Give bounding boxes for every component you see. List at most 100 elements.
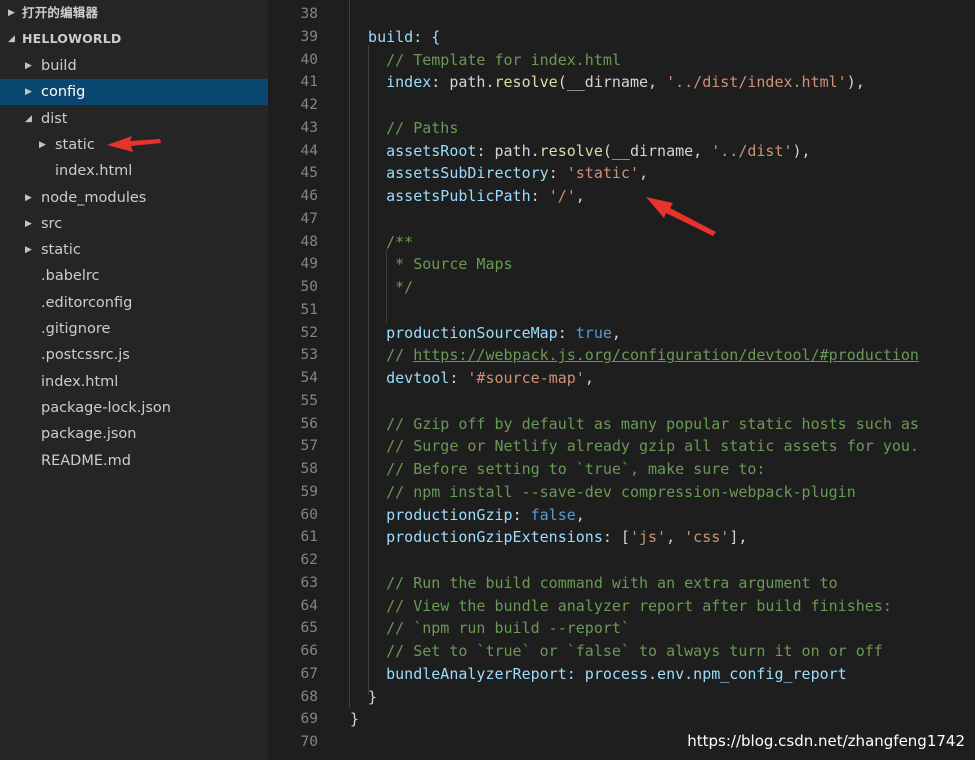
tree-folder[interactable]: ▶ config (0, 79, 268, 106)
code-token: (__dirname, (602, 141, 712, 160)
code-line[interactable]: // `npm run build --report` (350, 617, 630, 640)
code-token: '../dist' (711, 141, 793, 160)
code-line[interactable]: build: { (350, 26, 440, 49)
code-line[interactable]: // Gzip off by default as many popular s… (350, 413, 919, 436)
code-token: '#source-map' (467, 369, 585, 387)
code-token: : (557, 323, 576, 342)
tree-file[interactable]: index.html (0, 158, 268, 184)
code-line[interactable]: // Before setting to `true`, make sure t… (350, 458, 765, 481)
code-line[interactable]: * Source Maps (350, 253, 512, 276)
code-token: : process.env.npm_config_report (566, 664, 847, 683)
tree-file[interactable]: index.html (0, 369, 268, 395)
line-number: 47 (300, 210, 318, 227)
watermark-text: https://blog.csdn.net/zhangfeng1742 (687, 732, 965, 750)
tree-item-label: static (55, 136, 95, 153)
code-token: productionSourceMap (350, 323, 558, 342)
open-editors-section[interactable]: ▶ 打开的编辑器 (0, 0, 268, 26)
tree-item-label: .babelrc (41, 268, 100, 285)
chevron-right-icon: ▶ (25, 61, 32, 71)
code-token: // Gzip off by default as many popular s… (350, 414, 919, 433)
code-line[interactable]: assetsSubDirectory: 'static', (350, 162, 648, 185)
code-token: // (350, 346, 414, 365)
tree-item-label: index.html (55, 163, 133, 180)
code-line[interactable]: assetsRoot: path.resolve(__dirname, '../… (350, 140, 810, 163)
code-line[interactable]: productionGzip: false, (350, 504, 585, 527)
code-editor[interactable]: 38 39 40 41 42 43 44 45 46 47 48 49 50 51 52 53 54 55 56 57… (268, 0, 975, 760)
code-token: , (666, 528, 685, 547)
code-line[interactable]: /** (350, 231, 413, 254)
tree-folder[interactable]: ▶ src (0, 211, 268, 237)
code-token: productionGzipExtensions (350, 528, 603, 547)
line-number: 70 (300, 734, 318, 750)
code-token: , (584, 369, 594, 387)
code-line[interactable]: // Paths (350, 117, 458, 140)
code-token: // Paths (350, 118, 459, 137)
line-number: 58 (300, 461, 318, 477)
tree-folder[interactable]: ▶ static (0, 132, 268, 158)
tree-file[interactable]: .editorconfig (0, 290, 268, 316)
tree-item-label: package-lock.json (41, 399, 171, 416)
tree-file[interactable]: .gitignore (0, 316, 268, 342)
line-number: 63 (300, 574, 318, 591)
code-line[interactable]: devtool: '#source-map', (350, 367, 594, 390)
tree-folder[interactable]: ◢ dist (0, 106, 268, 132)
chevron-right-icon: ▶ (25, 218, 32, 229)
code-line[interactable]: // npm install --save-dev compression-we… (350, 481, 856, 504)
tree-folder[interactable]: ▶ build (0, 53, 268, 79)
code-line[interactable]: } (350, 686, 377, 709)
code-line[interactable]: assetsPublicPath: '/', (350, 185, 585, 208)
code-token: // Template for index.html (350, 50, 621, 69)
line-number: 54 (300, 370, 318, 386)
code-line[interactable]: // Set to `true` or `false` to always tu… (350, 640, 883, 663)
line-number: 55 (300, 392, 318, 409)
code-line[interactable]: productionSourceMap: true, (350, 322, 621, 345)
tree-folder[interactable]: ▶ node_modules (0, 185, 268, 211)
code-token: // Set to `true` or `false` to always tu… (350, 642, 883, 660)
code-line[interactable]: // Template for index.html (350, 49, 621, 72)
tree-item-label: index.html (41, 373, 119, 390)
line-number: 38 (300, 6, 318, 22)
tree-item-label: README.md (41, 452, 131, 469)
line-number: 52 (300, 324, 318, 341)
project-section[interactable]: ◢ HELLOWORLD (0, 26, 268, 52)
tree-item-label: build (41, 58, 77, 74)
code-token: 'js' (629, 528, 667, 547)
line-number: 64 (300, 597, 318, 614)
code-token: : [ (602, 528, 630, 547)
code-line[interactable]: // View the bundle analyzer report after… (350, 595, 892, 618)
line-number: 61 (300, 529, 318, 546)
code-token: : (548, 164, 567, 183)
tree-file[interactable]: .babelrc (0, 263, 268, 289)
tree-file[interactable]: README.md (0, 448, 268, 474)
code-line[interactable]: bundleAnalyzerReport: process.env.npm_co… (350, 663, 847, 686)
tree-file[interactable]: package.json (0, 421, 268, 447)
line-number: 69 (300, 711, 318, 728)
line-number: 60 (300, 506, 318, 523)
code-line[interactable]: index: path.resolve(__dirname, '../dist/… (350, 71, 865, 94)
code-token: '/' (548, 187, 576, 205)
code-line[interactable]: // https://webpack.js.org/configuration/… (350, 344, 919, 367)
code-token: // Before setting to `true`, make sure t… (350, 460, 766, 478)
code-token: : (512, 505, 531, 524)
code-token: productionGzip (350, 505, 513, 524)
tree-folder[interactable]: ▶ static (0, 237, 268, 263)
code-token: : (530, 187, 549, 205)
line-number: 53 (300, 347, 318, 364)
code-token: build: { (350, 27, 441, 46)
code-token: bundleAnalyzerReport (350, 664, 567, 683)
code-line[interactable]: // Run the build command with an extra a… (350, 572, 838, 595)
line-number: 66 (300, 643, 318, 659)
chevron-right-icon: ▶ (25, 192, 32, 203)
code-line[interactable]: // Surge or Netlify already gzip all sta… (350, 435, 919, 458)
code-line[interactable]: productionGzipExtensions: ['js', 'css'], (350, 526, 747, 549)
code-line[interactable]: } (350, 708, 359, 731)
tree-file[interactable]: package-lock.json (0, 395, 268, 421)
chevron-down-icon: ◢ (25, 113, 32, 124)
code-line[interactable]: */ (350, 276, 413, 299)
tree-file[interactable]: .postcssrc.js (0, 342, 268, 368)
code-token: : (449, 369, 468, 387)
explorer-sidebar: ▶ 打开的编辑器 ◢ HELLOWORLD ▶ build ▶ config ◢ dist… (0, 0, 268, 760)
code-token: assetsRoot (350, 141, 477, 160)
line-number: 49 (300, 256, 318, 273)
code-token: : path. (476, 141, 540, 160)
